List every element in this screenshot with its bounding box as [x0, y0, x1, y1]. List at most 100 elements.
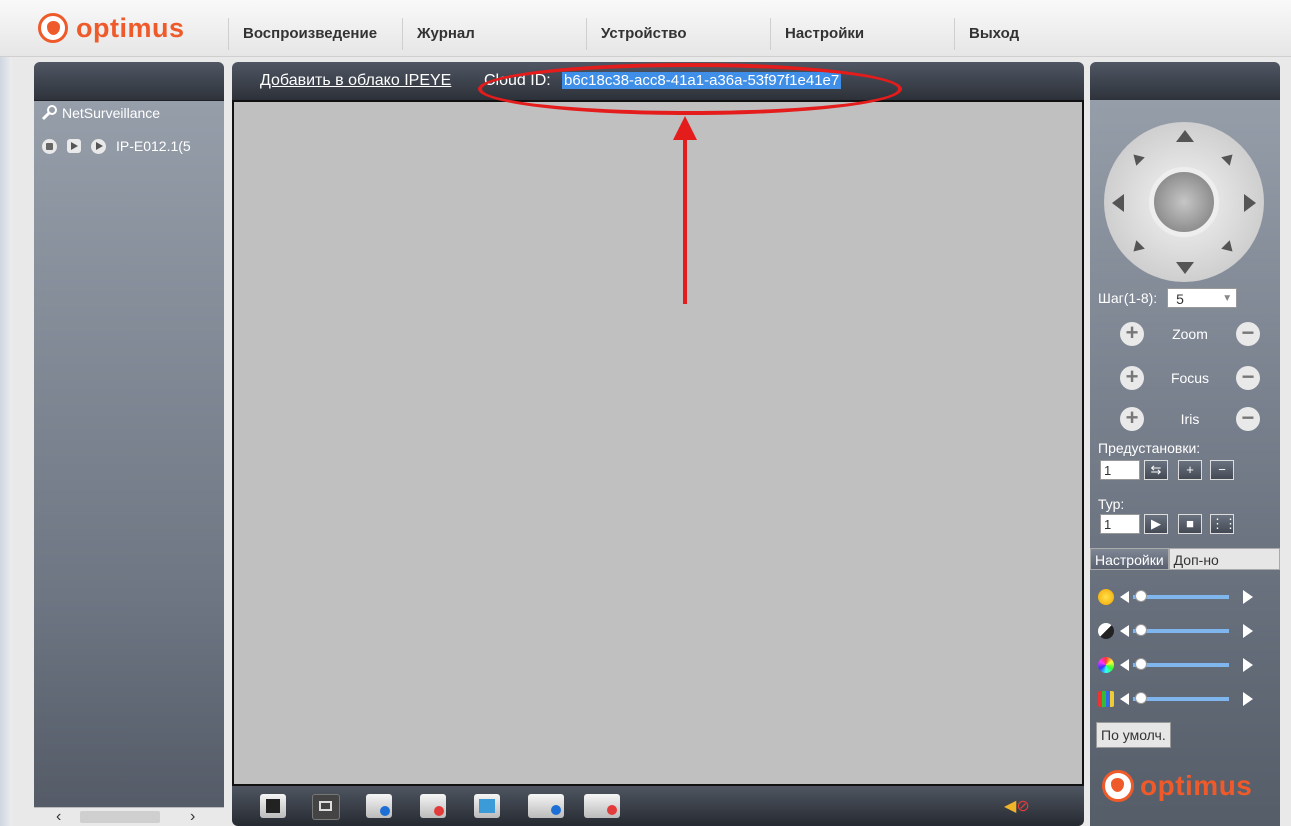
contrast-decrease-icon[interactable]	[1120, 625, 1129, 637]
ptz-header	[1090, 62, 1280, 100]
play-circle-icon[interactable]	[91, 138, 106, 154]
mute-speaker-icon[interactable]: ◀⊘	[1004, 796, 1030, 816]
saturation-knob[interactable]	[1135, 658, 1147, 670]
zoom-in-button[interactable]: +	[1120, 321, 1144, 346]
ptz-down-icon[interactable]	[1176, 262, 1194, 274]
zoom-out-button[interactable]: −	[1235, 321, 1260, 346]
zoom-row: + Zoom −	[1120, 320, 1260, 348]
ptz-joystick[interactable]	[1104, 122, 1264, 282]
preset-remove-icon[interactable]: −	[1210, 460, 1234, 480]
tab-image-settings[interactable]: Настройки	[1090, 548, 1169, 570]
image-tabs: Настройки Доп-но	[1090, 548, 1280, 570]
stop-all-icon[interactable]	[420, 794, 446, 818]
contrast-slider[interactable]	[1133, 624, 1229, 636]
focus-label: Focus	[1170, 370, 1210, 386]
brightness-knob[interactable]	[1135, 590, 1147, 602]
add-to-cloud-link[interactable]: Добавить в облако IPEYE	[260, 72, 451, 90]
device-tree-panel: NetSurveillance IP-E012.1(5 ‹ ›	[34, 62, 224, 826]
menu-device[interactable]: Устройство	[586, 18, 770, 50]
hue-slider-row	[1098, 688, 1274, 710]
default-button[interactable]: По умолч.	[1096, 722, 1171, 748]
stop-icon[interactable]	[42, 138, 57, 154]
annotation-arrow-line	[683, 138, 687, 304]
scroll-left-icon[interactable]: ‹	[56, 808, 61, 826]
tab-extra[interactable]: Доп-но	[1168, 548, 1280, 570]
preset-input[interactable]: 1	[1100, 460, 1140, 480]
iris-close-button[interactable]: −	[1235, 406, 1260, 431]
snapshot-icon[interactable]	[474, 794, 500, 818]
contrast-increase-icon[interactable]	[1243, 624, 1253, 638]
step-label: Шаг(1-8):	[1098, 290, 1158, 306]
optimus-logo-icon	[1102, 770, 1134, 802]
ptz-center-button[interactable]	[1149, 167, 1219, 237]
wrench-icon	[41, 105, 57, 121]
ptz-up-icon[interactable]	[1176, 130, 1194, 142]
saturation-icon	[1098, 657, 1114, 673]
single-view-icon[interactable]	[312, 794, 340, 820]
saturation-slider-row	[1098, 654, 1274, 676]
optimus-logo-icon	[38, 13, 68, 43]
scroll-right-icon[interactable]: ›	[190, 808, 195, 826]
presets-label: Предустановки:	[1098, 440, 1201, 456]
record-stop-icon[interactable]	[584, 794, 620, 818]
focus-out-button[interactable]: −	[1236, 365, 1260, 390]
ptz-downleft-icon[interactable]	[1129, 240, 1145, 256]
step-select[interactable]: 5 ▼	[1167, 288, 1238, 308]
step-value: 5	[1176, 291, 1184, 307]
saturation-increase-icon[interactable]	[1243, 658, 1253, 672]
hue-increase-icon[interactable]	[1243, 692, 1253, 706]
tree-root[interactable]: NetSurveillance	[40, 104, 160, 122]
window-edge	[0, 0, 12, 826]
brightness-slider[interactable]	[1133, 590, 1229, 602]
ptz-panel: Шаг(1-8): 5 ▼ + Zoom − + Focus − + Iris …	[1090, 62, 1280, 826]
main-menu: Воспроизведение Журнал Устройство Настро…	[228, 18, 1054, 50]
menu-logout[interactable]: Выход	[954, 18, 1054, 50]
tour-play-icon[interactable]: ▶	[1144, 514, 1168, 534]
brightness-decrease-icon[interactable]	[1120, 591, 1129, 603]
tour-stop-icon[interactable]: ■	[1178, 514, 1202, 534]
ptz-upright-icon[interactable]	[1221, 150, 1237, 166]
preset-add-icon[interactable]: +	[1178, 460, 1202, 480]
hue-decrease-icon[interactable]	[1120, 693, 1129, 705]
tour-input[interactable]: 1	[1100, 514, 1140, 534]
tree-root-label: NetSurveillance	[62, 105, 161, 121]
saturation-slider[interactable]	[1133, 658, 1229, 670]
ptz-downright-icon[interactable]	[1221, 240, 1237, 256]
ptz-right-icon[interactable]	[1244, 194, 1256, 212]
contrast-icon	[1098, 623, 1114, 639]
hue-knob[interactable]	[1135, 692, 1147, 704]
bottom-logo-text: optimus	[1140, 770, 1253, 801]
brightness-increase-icon[interactable]	[1243, 590, 1253, 604]
play-all-icon[interactable]	[366, 794, 392, 818]
contrast-knob[interactable]	[1135, 624, 1147, 636]
record-start-icon[interactable]	[528, 794, 564, 818]
iris-row: + Iris −	[1120, 405, 1260, 433]
focus-in-button[interactable]: +	[1120, 365, 1144, 390]
menu-log[interactable]: Журнал	[402, 18, 586, 50]
contrast-slider-row	[1098, 620, 1274, 642]
video-toolbar: ◀⊘	[232, 786, 1084, 826]
menu-playback[interactable]: Воспроизведение	[228, 18, 402, 50]
iris-label: Iris	[1180, 411, 1200, 427]
menu-settings[interactable]: Настройки	[770, 18, 954, 50]
scrollbar-thumb[interactable]	[80, 811, 160, 823]
tour-grid-icon[interactable]: ⋮⋮	[1210, 514, 1237, 534]
tree-device-label[interactable]: IP-E012.1(5	[116, 138, 191, 154]
step-row: Шаг(1-8): 5 ▼	[1098, 288, 1238, 308]
fullscreen-icon[interactable]	[260, 794, 286, 818]
ptz-left-icon[interactable]	[1112, 194, 1124, 212]
horizontal-scrollbar[interactable]: ‹ ›	[34, 807, 224, 826]
video-viewport[interactable]	[232, 100, 1084, 786]
top-bar: optimus Воспроизведение Журнал Устройств…	[0, 0, 1291, 57]
tree-device-row: IP-E012.1(5	[42, 138, 191, 154]
chevron-down-icon: ▼	[1222, 293, 1233, 304]
brightness-icon	[1098, 589, 1114, 605]
iris-open-button[interactable]: +	[1120, 406, 1144, 431]
tour-label: Тур:	[1098, 496, 1125, 512]
preset-goto-icon[interactable]: ⇆	[1144, 460, 1168, 480]
hue-grid-icon	[1098, 691, 1114, 707]
play-icon[interactable]	[67, 139, 81, 153]
ptz-upleft-icon[interactable]	[1129, 150, 1145, 166]
hue-slider[interactable]	[1133, 692, 1229, 704]
saturation-decrease-icon[interactable]	[1120, 659, 1129, 671]
